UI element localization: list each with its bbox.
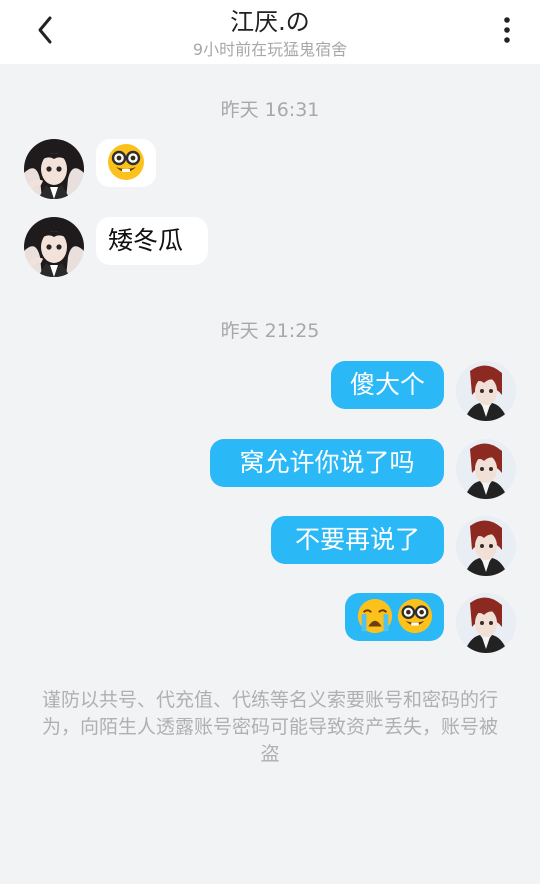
outgoing-message[interactable]: [345, 593, 444, 641]
nerd-face-icon: [396, 597, 433, 635]
nerd-face-icon: [106, 142, 146, 182]
user-avatar[interactable]: [456, 593, 516, 653]
more-options-button[interactable]: [496, 12, 518, 48]
user-avatar[interactable]: [456, 361, 516, 421]
incoming-message[interactable]: [96, 139, 156, 187]
contact-avatar[interactable]: [24, 139, 84, 199]
outgoing-message[interactable]: 不要再说了: [271, 516, 444, 564]
loudly-crying-face-icon: [356, 597, 393, 635]
chat-title: 江厌.の: [230, 8, 310, 36]
user-avatar[interactable]: [456, 439, 516, 499]
outgoing-message[interactable]: 傻大个: [331, 361, 444, 409]
message-timestamp: 昨天 21:25: [220, 320, 320, 342]
user-avatar[interactable]: [456, 516, 516, 576]
security-notice: 谨防以共号、代充值、代练等名义索要账号和密码的行为，向陌生人透露账号密码可能导致…: [41, 689, 498, 765]
outgoing-message[interactable]: 窝允许你说了吗: [210, 439, 444, 487]
incoming-message[interactable]: 矮冬瓜: [96, 217, 208, 265]
chat-status: 9小时前在玩猛鬼宿舍: [192, 40, 348, 59]
contact-avatar[interactable]: [24, 217, 84, 277]
more-vertical-icon: [504, 17, 510, 43]
message-timestamp: 昨天 16:31: [220, 99, 320, 121]
chat-header: 江厌.の 9小时前在玩猛鬼宿舍: [0, 0, 540, 64]
